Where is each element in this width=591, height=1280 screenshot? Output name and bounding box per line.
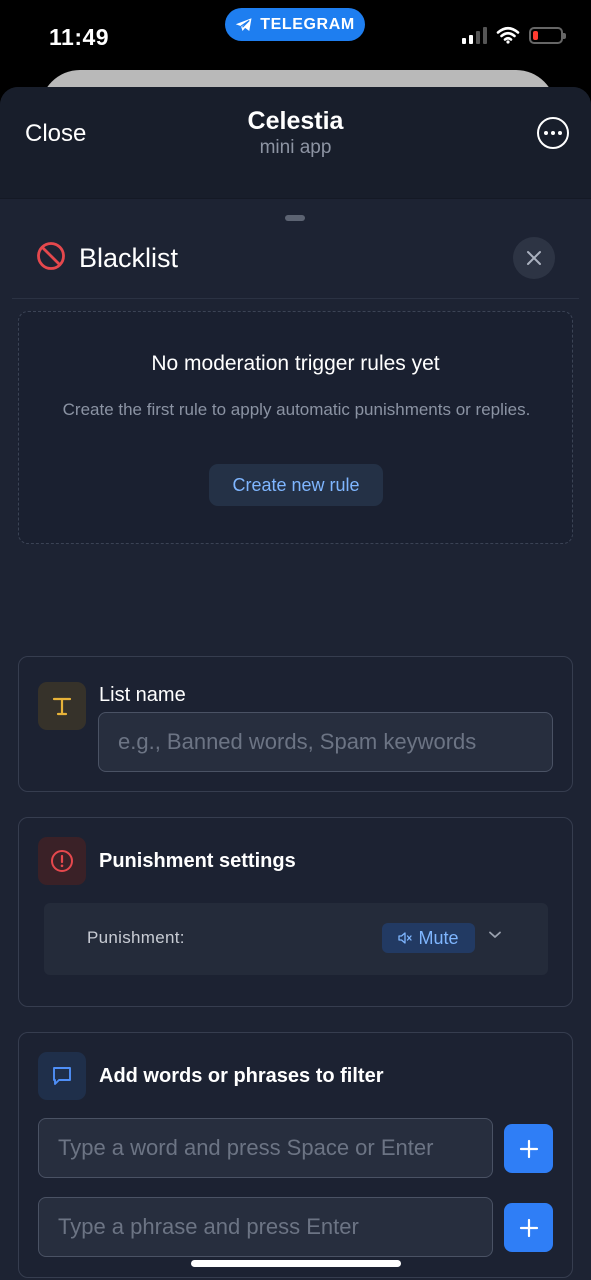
more-icon[interactable] — [537, 117, 569, 149]
punishment-settings-title: Punishment settings — [99, 850, 296, 872]
telegram-pill[interactable]: TELEGRAM — [225, 8, 365, 41]
create-rule-button[interactable]: Create new rule — [209, 464, 383, 506]
punishment-label: Punishment: — [87, 928, 185, 947]
blacklist-title: Blacklist — [79, 243, 179, 273]
punishment-value-badge: Mute — [382, 923, 475, 953]
app-subtitle: mini app — [259, 137, 332, 158]
list-name-card: List name — [18, 656, 573, 792]
app-title: Celestia — [247, 107, 344, 135]
word-input[interactable] — [38, 1118, 493, 1178]
signal-icon — [462, 26, 487, 44]
add-phrase-button[interactable] — [504, 1203, 553, 1252]
text-icon — [38, 682, 86, 730]
empty-rules-state: No moderation trigger rules yet Create t… — [18, 311, 573, 544]
prohibited-icon — [37, 242, 65, 270]
chevron-down-icon — [489, 931, 501, 938]
close-icon — [527, 251, 541, 265]
telegram-pill-label: TELEGRAM — [260, 15, 355, 33]
drag-handle[interactable] — [285, 215, 305, 221]
telegram-icon — [235, 17, 252, 31]
chat-icon — [38, 1052, 86, 1100]
punishment-value: Mute — [418, 927, 459, 948]
filter-words-card: Add words or phrases to filter — [18, 1032, 573, 1278]
status-bar: 11:49 TELEGRAM — [0, 0, 591, 72]
app-header: Close Celestia mini app — [0, 87, 591, 199]
status-icons — [462, 26, 566, 44]
battery-icon — [529, 26, 566, 44]
wifi-icon — [496, 26, 520, 44]
mini-app-sheet: Close Celestia mini app Blacklist No mod… — [0, 87, 591, 1280]
empty-state-description: Create the first rule to apply automatic… — [62, 400, 531, 419]
plus-icon — [519, 1218, 538, 1237]
list-name-input[interactable] — [98, 712, 553, 772]
list-name-label: List name — [99, 684, 186, 706]
home-indicator[interactable] — [191, 1260, 401, 1267]
status-time: 11:49 — [49, 24, 110, 50]
blacklist-header: Blacklist — [12, 237, 579, 299]
filter-words-title: Add words or phrases to filter — [99, 1065, 384, 1087]
alert-circle-icon — [38, 837, 86, 885]
add-word-button[interactable] — [504, 1124, 553, 1173]
punishment-settings-card: Punishment settings Punishment: Mute — [18, 817, 573, 1007]
plus-icon — [519, 1139, 538, 1158]
phrase-input[interactable] — [38, 1197, 493, 1257]
empty-state-title: No moderation trigger rules yet — [151, 352, 440, 375]
close-modal-button[interactable] — [513, 237, 555, 279]
punishment-select[interactable]: Punishment: Mute — [44, 903, 548, 975]
modal-content: Blacklist No moderation trigger rules ye… — [0, 199, 591, 1280]
mute-icon — [398, 932, 413, 944]
